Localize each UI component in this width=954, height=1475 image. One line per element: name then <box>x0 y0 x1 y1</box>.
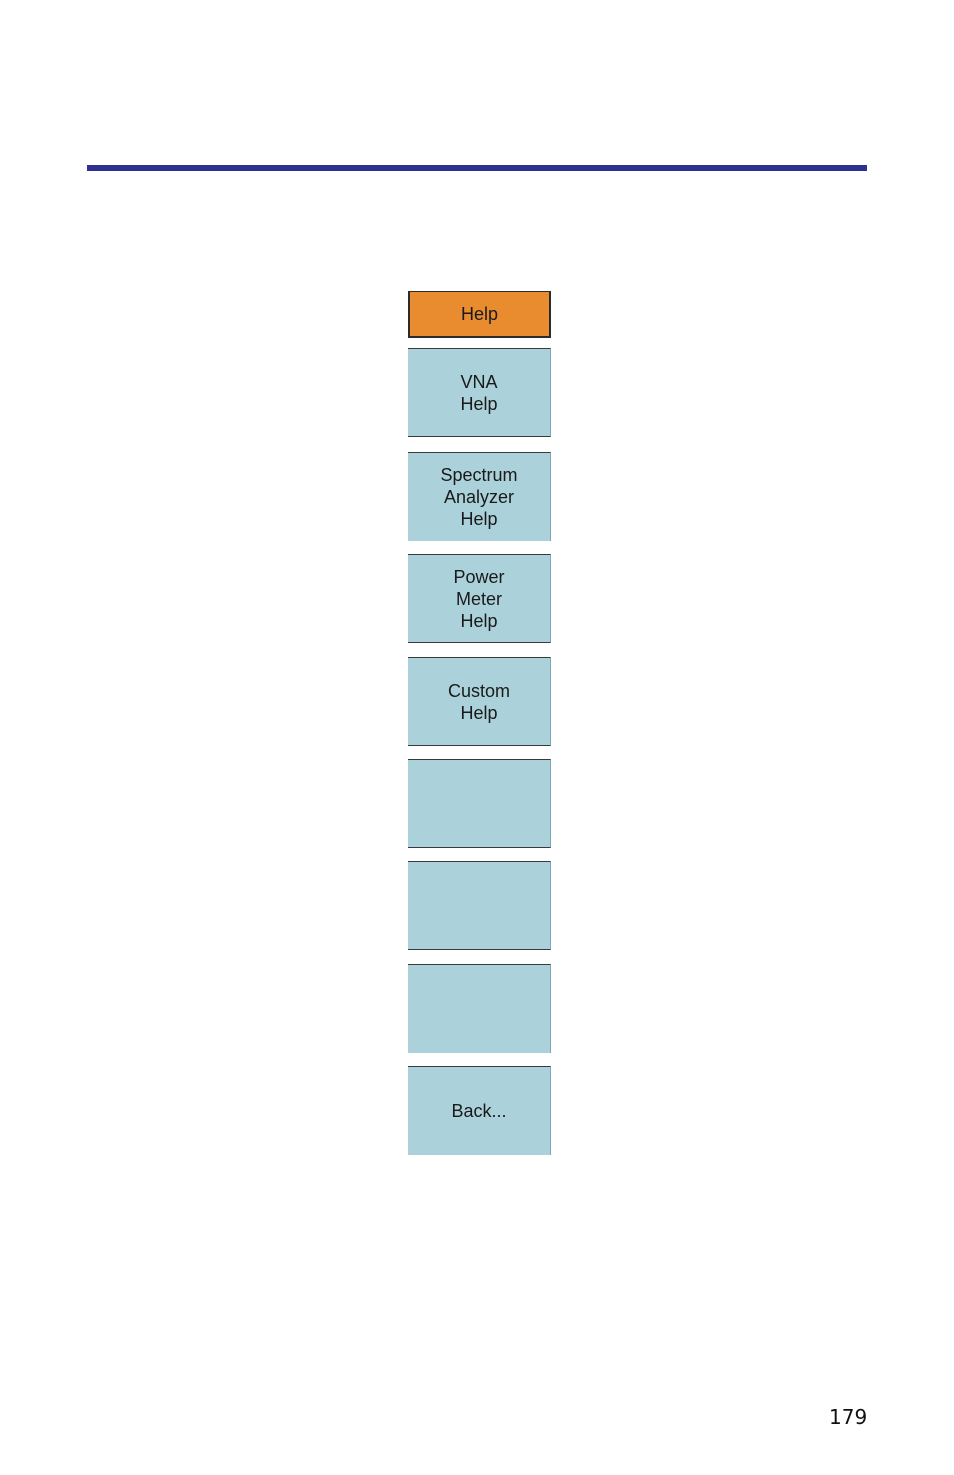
spectrum-analyzer-help-button[interactable]: Spectrum Analyzer Help <box>408 452 551 541</box>
blank-key-3[interactable] <box>408 964 551 1053</box>
menu-title-help: Help <box>408 291 551 338</box>
blank-key-2[interactable] <box>408 861 551 950</box>
back-button[interactable]: Back... <box>408 1066 551 1155</box>
vna-help-button[interactable]: VNA Help <box>408 348 551 437</box>
header-rule <box>87 165 867 171</box>
blank-key-1[interactable] <box>408 759 551 848</box>
power-meter-help-button[interactable]: Power Meter Help <box>408 554 551 643</box>
page-number: 179 <box>829 1405 868 1429</box>
custom-help-button[interactable]: Custom Help <box>408 657 551 746</box>
